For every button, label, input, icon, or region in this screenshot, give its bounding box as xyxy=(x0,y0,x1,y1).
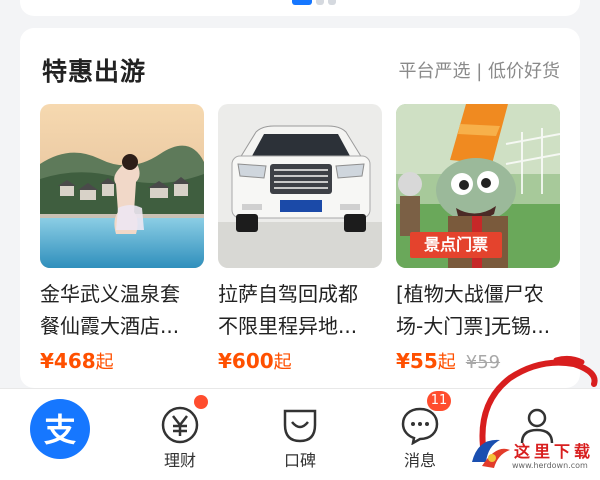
watermark-text: 这里下载 xyxy=(514,442,595,461)
product-image-zombie-farm: 景点门票 xyxy=(396,104,560,268)
product-image-suv xyxy=(218,104,382,268)
section-subtitle[interactable]: 平台严选 | 低价好货 xyxy=(398,57,560,83)
tab-label: 理财 xyxy=(163,451,196,470)
banner-card xyxy=(20,0,580,16)
product-name: 金华武义温泉套 餐仙霞大酒店... xyxy=(40,282,180,338)
message-badge: 11 xyxy=(427,391,451,411)
watermark-logo-icon xyxy=(472,439,510,468)
tab-messages[interactable]: 11 消息 xyxy=(375,389,465,480)
price-value: ¥55 xyxy=(396,349,438,373)
chat-icon: 11 xyxy=(400,391,451,446)
notification-dot xyxy=(194,395,208,409)
pager-dot xyxy=(316,0,324,5)
smile-bag-icon xyxy=(280,405,320,445)
price-suffix: 起 xyxy=(273,352,292,373)
pager-dots xyxy=(292,0,336,5)
tab-label: 口碑 xyxy=(283,451,316,470)
svg-text:支: 支 xyxy=(44,411,76,449)
price-suffix: 起 xyxy=(437,352,456,373)
watermark: 这里下载 www.herdown.com xyxy=(462,412,600,479)
tab-koubei[interactable]: 口碑 xyxy=(255,389,345,480)
pager-dot-active xyxy=(292,0,312,5)
yuan-icon xyxy=(160,395,208,445)
product-name: [植物大战僵尸农 场-大门票]无锡... xyxy=(396,282,551,338)
tab-label: 消息 xyxy=(403,451,436,470)
price-value: ¥600 xyxy=(218,349,274,373)
pager-dot xyxy=(328,0,336,5)
ticket-tag: 景点门票 xyxy=(410,232,502,258)
product-card[interactable]: 景点门票 [植物大战僵尸农 场-大门票]无锡... ¥55起 ¥59 xyxy=(396,104,560,374)
product-price: ¥468起 xyxy=(40,348,204,374)
product-card[interactable]: 拉萨自驾回成都 不限里程异地... ¥600起 xyxy=(218,104,382,374)
travel-deals-card: 特惠出游 平台严选 | 低价好货 金华武义温泉套 餐仙霞大酒店... ¥468起… xyxy=(20,28,580,388)
product-name: 拉萨自驾回成都 不限里程异地... xyxy=(218,282,358,338)
product-price: ¥600起 xyxy=(218,348,382,374)
alipay-icon: 支 xyxy=(30,399,90,459)
section-title: 特惠出游 xyxy=(42,57,147,86)
price-value: ¥468 xyxy=(40,349,96,373)
tab-wealth[interactable]: 理财 xyxy=(135,389,225,480)
price-suffix: 起 xyxy=(95,352,114,373)
watermark-url: www.herdown.com xyxy=(512,461,588,470)
tab-home[interactable]: 支 xyxy=(0,389,90,480)
product-image-hot-spring xyxy=(40,104,204,268)
product-card[interactable]: 金华武义温泉套 餐仙霞大酒店... ¥468起 xyxy=(40,104,204,374)
